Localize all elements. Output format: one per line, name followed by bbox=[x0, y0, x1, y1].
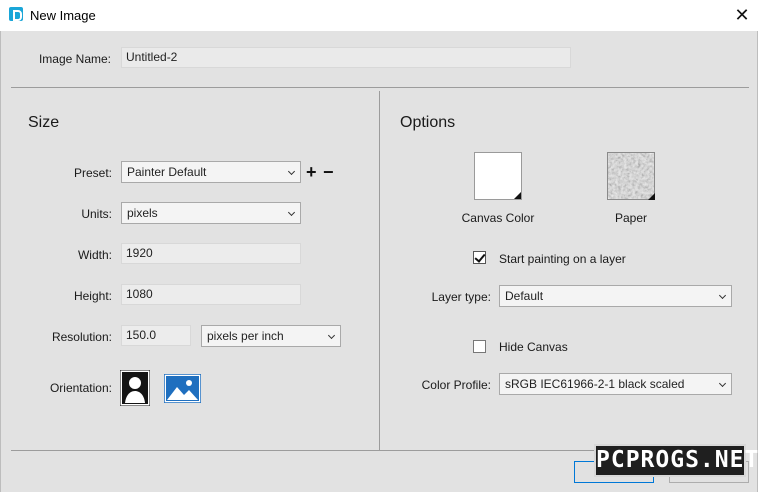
start-painting-layer-checkbox[interactable] bbox=[473, 251, 486, 264]
image-name-input[interactable]: Untitled-2 bbox=[121, 47, 571, 68]
paper-label: Paper bbox=[614, 211, 648, 225]
units-value: pixels bbox=[127, 206, 158, 220]
chevron-down-icon bbox=[287, 167, 296, 176]
resolution-input[interactable]: 150.0 bbox=[121, 325, 191, 346]
add-preset-icon[interactable]: + bbox=[306, 163, 317, 181]
options-heading: Options bbox=[400, 114, 456, 131]
resolution-unit-select[interactable]: pixels per inch bbox=[201, 325, 341, 347]
layer-type-select[interactable]: Default bbox=[499, 285, 732, 307]
canvas-color-label: Canvas Color bbox=[461, 211, 535, 225]
color-profile-label: Color Profile: bbox=[421, 378, 491, 392]
height-label: Height: bbox=[73, 289, 112, 303]
preset-value: Painter Default bbox=[127, 165, 207, 179]
swatch-corner-icon bbox=[514, 192, 521, 199]
resolution-label: Resolution: bbox=[51, 330, 112, 344]
hide-canvas-label: Hide Canvas bbox=[499, 340, 568, 354]
landscape-orientation-icon[interactable] bbox=[163, 373, 202, 404]
chevron-down-icon bbox=[327, 331, 336, 340]
color-profile-select[interactable]: sRGB IEC61966-2-1 black scaled bbox=[499, 373, 732, 395]
chevron-down-icon bbox=[718, 291, 727, 300]
remove-preset-icon[interactable]: − bbox=[323, 163, 334, 181]
start-painting-layer-label: Start painting on a layer bbox=[499, 252, 626, 266]
divider-vertical bbox=[379, 91, 380, 450]
units-label: Units: bbox=[81, 207, 112, 221]
layer-type-value: Default bbox=[505, 289, 544, 303]
canvas-color-swatch[interactable] bbox=[474, 152, 522, 200]
paper-swatch[interactable] bbox=[607, 152, 655, 200]
size-heading: Size bbox=[28, 114, 60, 131]
swatch-corner-icon bbox=[648, 193, 655, 200]
width-input[interactable]: 1920 bbox=[121, 243, 301, 264]
watermark-logo: PCPROGS.NET bbox=[594, 444, 758, 477]
units-select[interactable]: pixels bbox=[121, 202, 301, 224]
layer-type-label: Layer type: bbox=[431, 290, 491, 304]
resolution-unit-value: pixels per inch bbox=[207, 329, 284, 343]
image-name-label: Image Name: bbox=[38, 52, 111, 66]
preset-label: Preset: bbox=[73, 166, 112, 180]
hide-canvas-checkbox[interactable] bbox=[473, 340, 486, 353]
dialog-body: Image Name: Untitled-2 Size Preset: Pain… bbox=[0, 31, 758, 492]
chevron-down-icon bbox=[287, 208, 296, 217]
width-label: Width: bbox=[77, 248, 112, 262]
portrait-orientation-icon[interactable] bbox=[119, 369, 151, 407]
close-icon[interactable]: ✕ bbox=[734, 5, 750, 25]
painter-app-icon bbox=[9, 7, 23, 21]
divider-top bbox=[11, 87, 749, 88]
chevron-down-icon bbox=[718, 379, 727, 388]
orientation-label: Orientation: bbox=[49, 381, 112, 395]
color-profile-value: sRGB IEC61966-2-1 black scaled bbox=[505, 377, 685, 391]
preset-select[interactable]: Painter Default bbox=[121, 161, 301, 183]
window-title: New Image bbox=[30, 8, 96, 23]
height-input[interactable]: 1080 bbox=[121, 284, 301, 305]
title-bar: New Image ✕ bbox=[0, 0, 758, 31]
